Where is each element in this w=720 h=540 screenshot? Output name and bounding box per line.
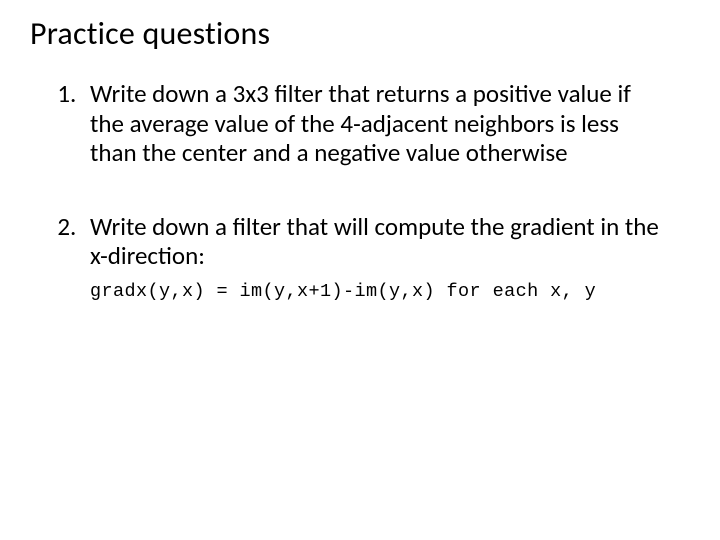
slide: Practice questions Write down a 3x3 filt… xyxy=(0,0,720,540)
question-code: gradx(y,x) = im(y,x+1)-im(y,x) for each … xyxy=(90,281,668,303)
question-item-2: Write down a filter that will compute th… xyxy=(82,212,668,303)
questions-list: Write down a 3x3 filter that returns a p… xyxy=(30,79,690,302)
page-title: Practice questions xyxy=(30,14,690,53)
question-body: Write down a filter that will compute th… xyxy=(90,212,668,271)
question-item-1: Write down a 3x3 filter that returns a p… xyxy=(82,79,668,168)
question-body: Write down a 3x3 filter that returns a p… xyxy=(90,79,668,168)
